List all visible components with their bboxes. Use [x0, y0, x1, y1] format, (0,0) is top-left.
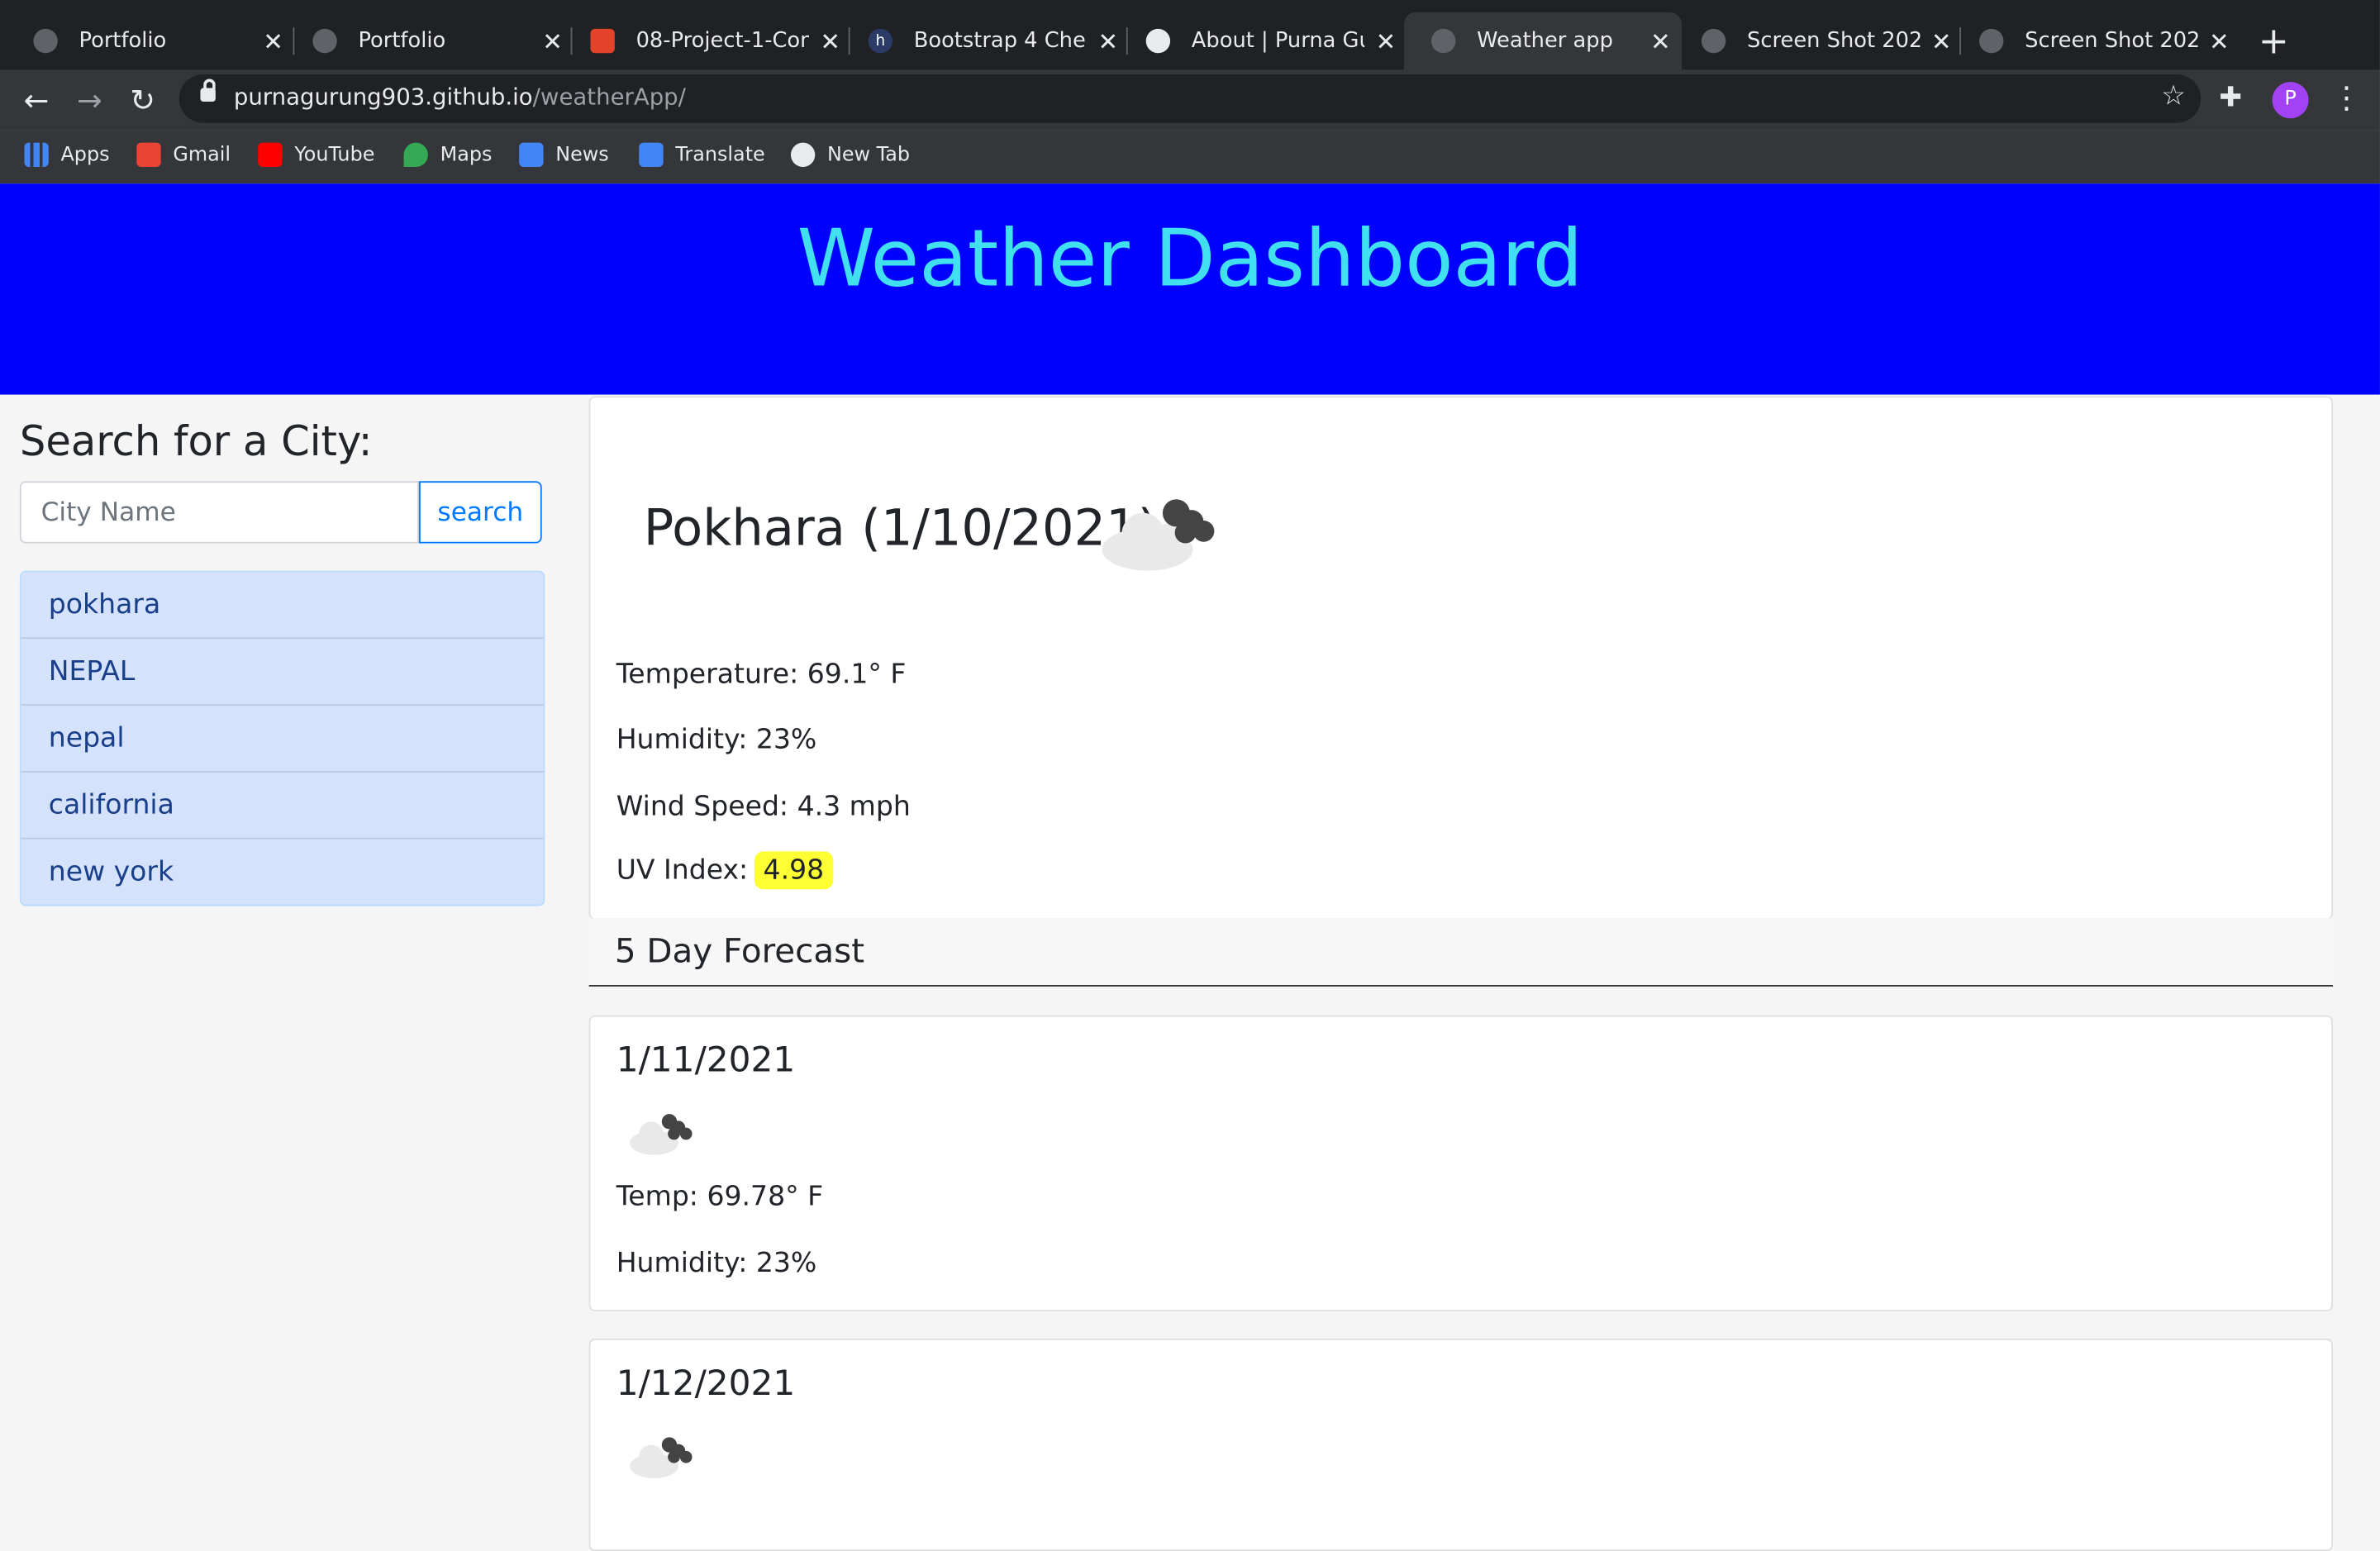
translate-icon: [639, 142, 664, 168]
browser-tab[interactable]: Screen Shot 2021- ✕: [1952, 12, 2240, 70]
current-temperature: Temperature: 69.1° F: [616, 659, 907, 691]
bookmark-label: YouTube: [294, 143, 375, 167]
bookmark-label: Maps: [440, 143, 493, 167]
browser-tab[interactable]: h Bootstrap 4 Cheat ✕: [841, 12, 1130, 70]
bookmark-label: News: [555, 143, 609, 167]
url-host: purnagurung903.github.io: [233, 83, 533, 112]
search-heading: Search for a City:: [19, 418, 373, 466]
current-wind-speed: Wind Speed: 4.3 mph: [616, 790, 911, 823]
browser-menu-icon[interactable]: ⋮: [2331, 79, 2362, 116]
forecast-date: 1/12/2021: [616, 1364, 796, 1404]
globe-icon: [312, 28, 337, 54]
tab-title: Screen Shot 2021-: [1747, 28, 1920, 54]
forecast-card: 1/11/2021 Temp: 69.78° F Humidity: 23%: [588, 1015, 2334, 1311]
bookmark-maps[interactable]: Maps: [403, 142, 493, 168]
browser-tab[interactable]: 08-Project-1-Cont ✕: [563, 12, 851, 70]
history-item[interactable]: new york: [21, 839, 544, 905]
search-button[interactable]: search: [418, 481, 542, 544]
close-icon[interactable]: ✕: [2198, 26, 2240, 55]
page-title: Weather Dashboard: [797, 213, 1583, 306]
current-weather-card: Pokhara (1/10/2021) Temperature: 69.1° F…: [588, 396, 2334, 921]
back-arrow-icon[interactable]: ←: [15, 79, 57, 121]
bookmark-apps[interactable]: Apps: [24, 142, 110, 168]
forecast-title: 5 Day Forecast: [614, 933, 865, 972]
globe-icon: [1701, 28, 1726, 54]
gmail-icon: [136, 142, 161, 168]
bookmark-label: New Tab: [827, 143, 911, 167]
bookmarks-bar: Apps Gmail YouTube Maps News Translate N…: [0, 130, 2380, 184]
browser-tab[interactable]: Screen Shot 2021- ✕: [1674, 12, 1963, 70]
profile-avatar[interactable]: P: [2272, 82, 2309, 119]
bookmark-news[interactable]: News: [519, 142, 609, 168]
history-item[interactable]: california: [21, 772, 544, 840]
bookmark-translate[interactable]: Translate: [639, 142, 765, 168]
browser-tab-strip: Portfolio ✕ Portfolio ✕ 08-Project-1-Con…: [0, 0, 2380, 70]
city-search-input[interactable]: [19, 481, 419, 544]
cloud-icon: [1102, 499, 1215, 571]
tab-title: Weather app: [1477, 28, 1613, 54]
history-item[interactable]: NEPAL: [21, 639, 544, 707]
browser-tab-active[interactable]: Weather app ✕: [1403, 12, 1683, 70]
header-banner: Weather Dashboard: [0, 183, 2380, 395]
globe-icon: [790, 142, 816, 168]
forward-arrow-icon[interactable]: →: [69, 79, 111, 121]
tab-title: About | Purna Guru: [1191, 28, 1364, 54]
uv-badge: 4.98: [754, 851, 834, 890]
globe-icon: [1145, 28, 1171, 54]
tab-title: Bootstrap 4 Cheat: [913, 28, 1087, 54]
cloud-icon: [630, 1437, 693, 1478]
apps-grid-icon: [24, 142, 49, 168]
globe-icon: [1431, 28, 1456, 54]
address-bar[interactable]: purnagurung903.github.io/weatherApp/ ☆: [178, 74, 2202, 123]
news-icon: [519, 142, 544, 168]
tab-title: Portfolio: [79, 28, 167, 54]
globe-icon: [1979, 28, 2004, 54]
cloud-icon: [630, 1114, 693, 1155]
bookmark-label: Gmail: [173, 143, 231, 167]
new-tab-plus-icon[interactable]: +: [2255, 18, 2292, 64]
tab-title: 08-Project-1-Cont: [635, 28, 809, 54]
bootstrap-cheatsheet-icon: h: [868, 28, 892, 54]
history-item[interactable]: pokhara: [21, 572, 544, 640]
maps-pin-icon: [403, 142, 428, 168]
browser-tab[interactable]: About | Purna Guru ✕: [1119, 12, 1407, 70]
bookmark-gmail[interactable]: Gmail: [136, 142, 231, 168]
search-history-list: pokhara NEPAL nepal california new york: [19, 570, 545, 906]
forecast-humidity: Humidity: 23%: [616, 1247, 817, 1280]
reload-icon[interactable]: ↻: [121, 79, 164, 121]
tab-title: Screen Shot 2021-: [2025, 28, 2197, 54]
forecast-date: 1/11/2021: [616, 1040, 796, 1081]
bookmark-label: Apps: [60, 143, 110, 167]
history-item[interactable]: nepal: [21, 706, 544, 773]
close-icon[interactable]: ✕: [1364, 26, 1407, 55]
bookmark-star-icon[interactable]: ☆: [2161, 80, 2186, 112]
bookmark-new-tab[interactable]: New Tab: [790, 142, 911, 168]
current-uv-index: UV Index: 4.98: [616, 851, 834, 890]
globe-icon: [33, 28, 58, 54]
browser-tab[interactable]: Portfolio ✕: [6, 12, 294, 70]
extensions-puzzle-icon[interactable]: ✚: [2219, 82, 2242, 114]
forecast-header: 5 Day Forecast: [588, 918, 2334, 987]
lock-icon: [200, 79, 216, 102]
url-text: purnagurung903.github.io/weatherApp/: [234, 83, 686, 111]
gitlab-icon: [590, 28, 615, 54]
youtube-icon: [258, 142, 283, 168]
url-path: /weatherApp/: [532, 83, 686, 112]
browser-toolbar: ← → ↻ purnagurung903.github.io/weatherAp…: [0, 69, 2380, 131]
forecast-card: 1/12/2021: [588, 1338, 2334, 1551]
bookmark-label: Translate: [675, 143, 765, 167]
bookmark-youtube[interactable]: YouTube: [258, 142, 375, 168]
current-humidity: Humidity: 23%: [616, 724, 817, 756]
current-city-title: Pokhara (1/10/2021): [643, 497, 1158, 558]
tab-title: Portfolio: [358, 28, 446, 54]
browser-tab[interactable]: Portfolio ✕: [285, 12, 574, 70]
uv-label: UV Index:: [616, 854, 749, 887]
forecast-temp: Temp: 69.78° F: [616, 1180, 824, 1213]
